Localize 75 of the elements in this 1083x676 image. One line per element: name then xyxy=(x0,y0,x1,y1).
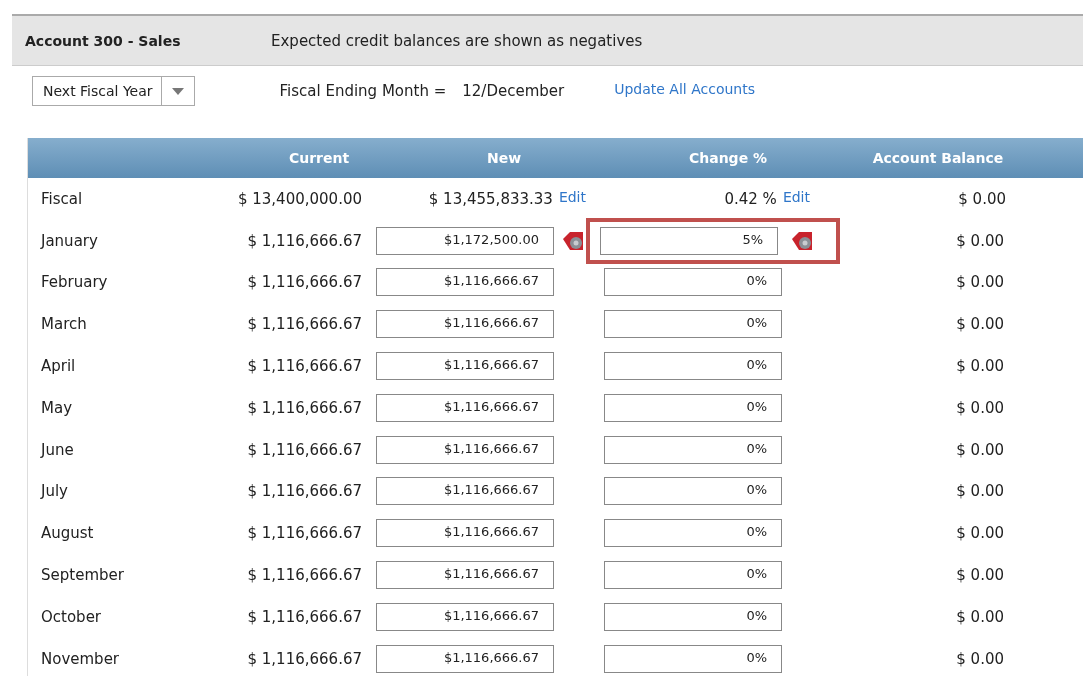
caret-icon xyxy=(171,87,184,95)
column-header: Current xyxy=(287,150,351,166)
input-field[interactable]: 0% xyxy=(604,602,782,631)
month-cell-text: October xyxy=(40,607,103,626)
column-header: Account Balance xyxy=(871,150,1005,166)
edit-link[interactable]: Edit xyxy=(782,188,810,205)
input-field[interactable]: $1,116,666.67 xyxy=(376,435,554,464)
month-cell-text: January xyxy=(39,231,99,250)
input-field[interactable]: $1,116,666.67 xyxy=(376,393,554,422)
column-header: New xyxy=(485,150,523,166)
new-total-cell: $ 13,455,833.33 xyxy=(428,189,553,208)
balance-cell-text: $ 0.00 xyxy=(955,649,1004,668)
current-cell-text: $ 1,116,666.67 xyxy=(246,649,362,668)
current-cell-text: $ 1,116,666.67 xyxy=(246,398,362,417)
balance-cell-text: $ 0.00 xyxy=(955,273,1004,292)
current-cell-text: $ 1,116,666.67 xyxy=(246,273,362,292)
balance-cell-text: $ 0.00 xyxy=(955,607,1004,626)
fiscal-ending-label: Fiscal Ending Month = xyxy=(279,82,447,100)
input-field[interactable]: 0% xyxy=(604,310,782,339)
input-field[interactable]: $1,116,666.67 xyxy=(376,602,554,631)
account-title: Account 300 - Sales xyxy=(25,32,182,49)
balance-cell-text: $ 0.00 xyxy=(955,524,1004,543)
input-field[interactable]: 0% xyxy=(604,393,782,422)
input-field[interactable]: 0% xyxy=(604,268,782,297)
column-header: Change % xyxy=(687,150,769,166)
balance-cell-text: $ 0.00 xyxy=(955,398,1004,417)
header-note: Expected credit balances are shown as negatives xyxy=(271,31,643,50)
month-cell-text: November xyxy=(40,649,121,668)
current-cell-text: $ 1,116,666.67 xyxy=(246,357,362,376)
input-field[interactable]: 0% xyxy=(604,644,782,673)
input-field[interactable]: $1,116,666.67 xyxy=(376,519,554,548)
current-cell-text: $ 1,116,666.67 xyxy=(246,440,362,459)
balance-cell-text: $ 0.00 xyxy=(955,440,1004,459)
input-field[interactable]: $1,116,666.67 xyxy=(376,268,554,297)
month-cell-text: Fiscal xyxy=(40,189,84,208)
input-field[interactable]: $1,116,666.67 xyxy=(376,310,554,339)
input-field[interactable]: 0% xyxy=(604,352,782,381)
current-cell-text: $ 1,116,666.67 xyxy=(246,524,362,543)
month-cell-text: March xyxy=(40,315,88,334)
month-cell-text: September xyxy=(40,566,125,585)
balance-cell-text: $ 0.00 xyxy=(955,315,1004,334)
current-cell-text: $ 1,116,666.67 xyxy=(246,566,362,585)
balance-cell-text: $ 0.00 xyxy=(955,482,1004,501)
month-cell-text: August xyxy=(40,524,95,543)
change-total-cell: 0.42 % xyxy=(724,189,777,208)
fiscal-ending-value: 12/December xyxy=(462,82,565,100)
period-dropdown[interactable]: Next Fiscal Year xyxy=(32,76,195,106)
current-cell-text: $ 1,116,666.67 xyxy=(246,607,362,626)
update-all-link[interactable]: Update All Accounts xyxy=(614,81,755,97)
balance-cell-text: $ 0.00 xyxy=(957,189,1006,208)
month-cell-text: February xyxy=(40,273,109,292)
month-cell-text: May xyxy=(40,398,73,417)
balance-cell-text: $ 0.00 xyxy=(955,231,1004,250)
month-cell-text: July xyxy=(39,482,69,501)
input-field[interactable]: $1,116,666.67 xyxy=(376,477,554,506)
input-field[interactable]: 5% xyxy=(600,226,778,255)
current-cell-text: $ 1,116,666.67 xyxy=(246,231,362,250)
input-field[interactable]: 0% xyxy=(604,477,782,506)
input-field[interactable]: 0% xyxy=(604,435,782,464)
current-cell-text: $ 1,116,666.67 xyxy=(246,482,362,501)
current-cell-text: $ 13,400,000.00 xyxy=(236,189,362,208)
input-field[interactable]: $1,172,500.00 xyxy=(376,226,554,255)
input-field[interactable]: 0% xyxy=(604,561,782,590)
tag-icon[interactable] xyxy=(790,229,814,252)
input-field[interactable]: $1,116,666.67 xyxy=(376,644,554,673)
current-cell-text: $ 1,116,666.67 xyxy=(246,315,362,334)
input-field[interactable]: 0% xyxy=(604,519,782,548)
month-cell-text: April xyxy=(40,357,77,376)
tag-icon[interactable] xyxy=(561,229,585,252)
month-cell-text: June xyxy=(39,440,75,459)
balance-cell-text: $ 0.00 xyxy=(955,357,1004,376)
input-field[interactable]: $1,116,666.67 xyxy=(376,352,554,381)
input-field[interactable]: $1,116,666.67 xyxy=(376,561,554,590)
balance-cell-text: $ 0.00 xyxy=(955,566,1004,585)
edit-link[interactable]: Edit xyxy=(558,188,586,205)
